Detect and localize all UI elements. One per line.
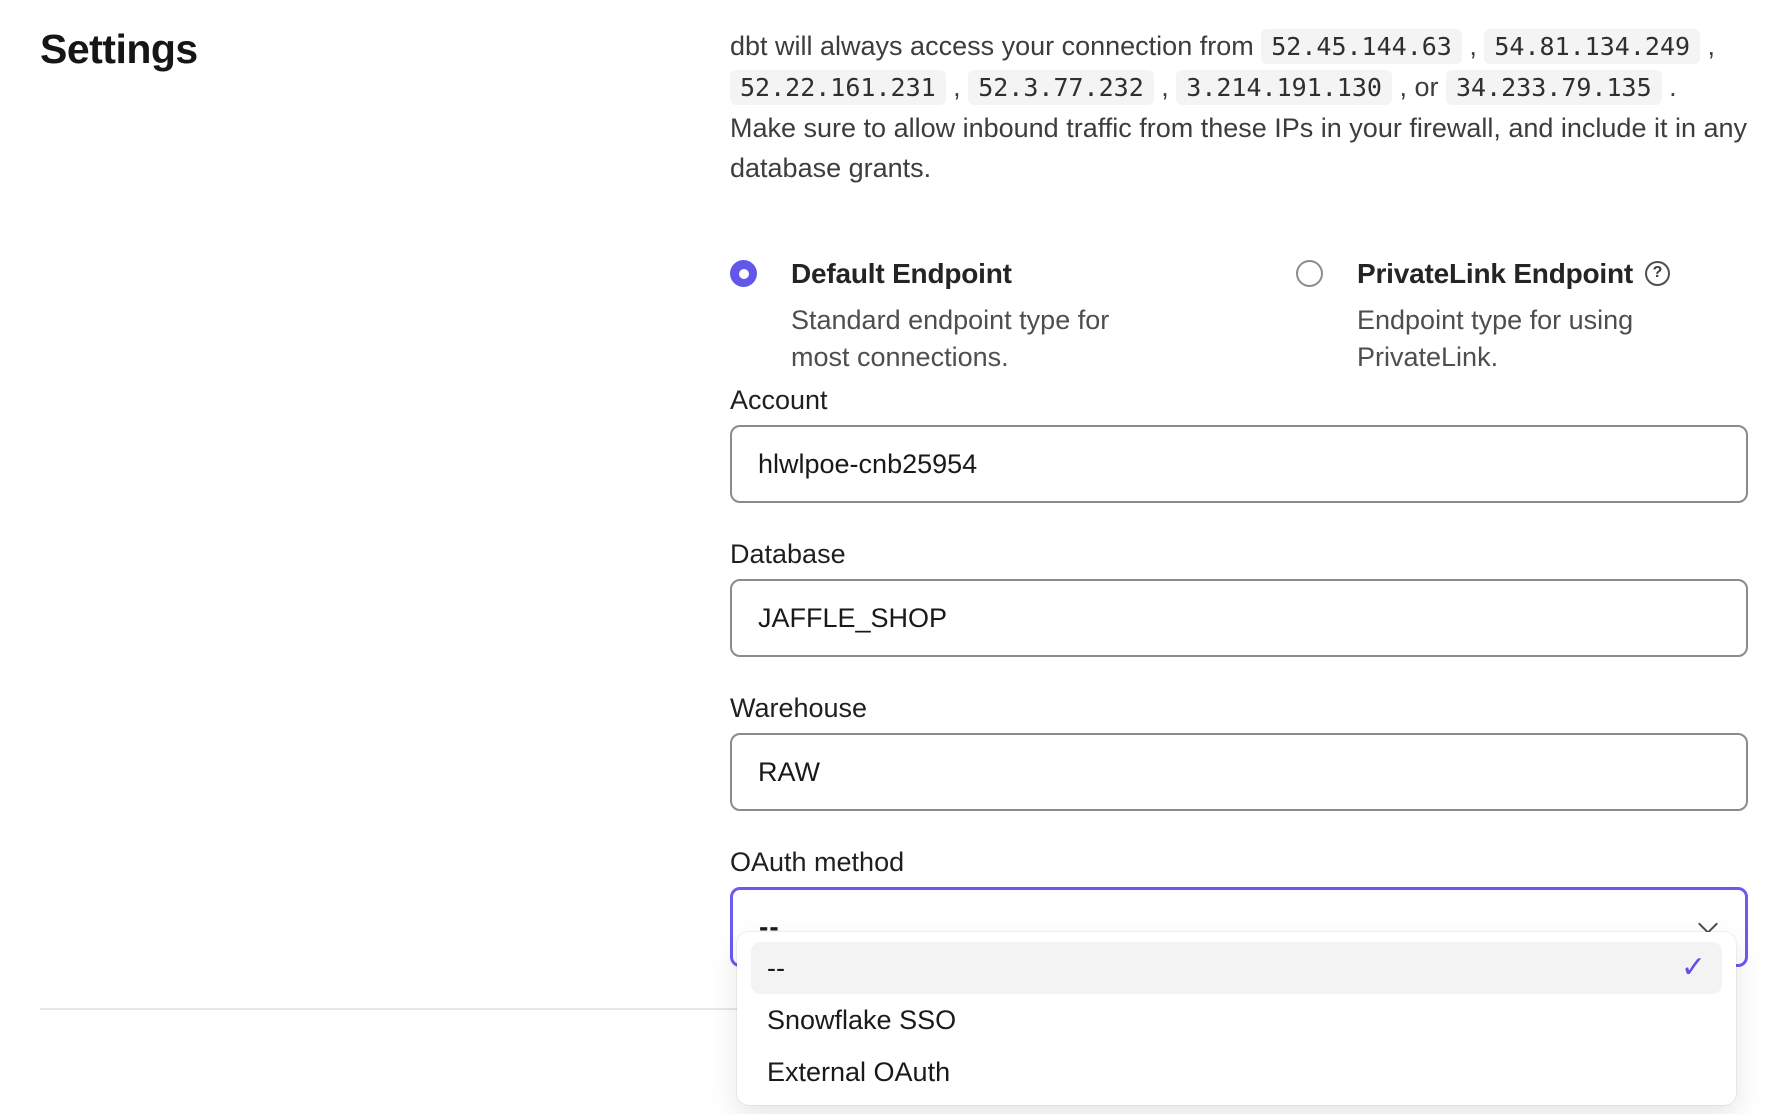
help-icon[interactable]: ? [1645, 261, 1670, 286]
intro-text: , [1154, 72, 1177, 102]
database-input[interactable] [730, 579, 1748, 657]
radio-label: Default Endpoint [791, 258, 1012, 290]
ip-address-chip: 54.81.134.249 [1484, 29, 1700, 64]
section-divider [40, 1008, 738, 1010]
dropdown-option[interactable]: Snowflake SSO [751, 994, 1722, 1046]
radio-selected-icon[interactable] [730, 260, 757, 287]
dropdown-option[interactable]: External OAuth [751, 1046, 1722, 1098]
ip-allowlist-paragraph: dbt will always access your connection f… [730, 26, 1748, 188]
account-input[interactable] [730, 425, 1748, 503]
radio-option-default-endpoint[interactable]: Default Endpoint Standard endpoint type … [730, 258, 1296, 376]
field-account: Account [730, 385, 1748, 503]
connection-settings-form: Account Database Warehouse OAuth method … [730, 385, 1748, 1003]
page-title: Settings [40, 26, 198, 73]
intro-text: dbt will always access your connection f… [730, 31, 1261, 61]
account-label: Account [730, 385, 1748, 415]
radio-description: Endpoint type for using PrivateLink. [1357, 302, 1717, 376]
oauth-method-dropdown: -- ✓ Snowflake SSO External OAuth [737, 932, 1736, 1105]
dropdown-option-label: External OAuth [767, 1057, 950, 1088]
oauth-method-label: OAuth method [730, 847, 1748, 877]
ip-address-chip: 52.3.77.232 [968, 70, 1154, 105]
warehouse-input[interactable] [730, 733, 1748, 811]
dropdown-option[interactable]: -- ✓ [751, 942, 1722, 994]
ip-address-chip: 52.22.161.231 [730, 70, 946, 105]
radio-unselected-icon[interactable] [1296, 260, 1323, 287]
radio-option-privatelink-endpoint[interactable]: PrivateLink Endpoint ? Endpoint type for… [1296, 258, 1717, 376]
dropdown-option-label: -- [767, 953, 785, 984]
field-database: Database [730, 539, 1748, 657]
intro-text: , [946, 72, 969, 102]
intro-text: , [1462, 31, 1485, 61]
field-warehouse: Warehouse [730, 693, 1748, 811]
database-label: Database [730, 539, 1748, 569]
dropdown-option-label: Snowflake SSO [767, 1005, 956, 1036]
ip-address-chip: 34.233.79.135 [1446, 70, 1662, 105]
endpoint-type-radio-group: Default Endpoint Standard endpoint type … [730, 258, 1748, 376]
ip-address-chip: 52.45.144.63 [1261, 29, 1462, 64]
intro-text: , or [1392, 72, 1446, 102]
chevron-down-icon [1698, 914, 1718, 934]
radio-description: Standard endpoint type for most connecti… [791, 302, 1151, 376]
radio-label: PrivateLink Endpoint [1357, 258, 1633, 290]
warehouse-label: Warehouse [730, 693, 1748, 723]
ip-address-chip: 3.214.191.130 [1176, 70, 1392, 105]
intro-text: , [1700, 31, 1715, 61]
check-icon: ✓ [1681, 953, 1706, 983]
